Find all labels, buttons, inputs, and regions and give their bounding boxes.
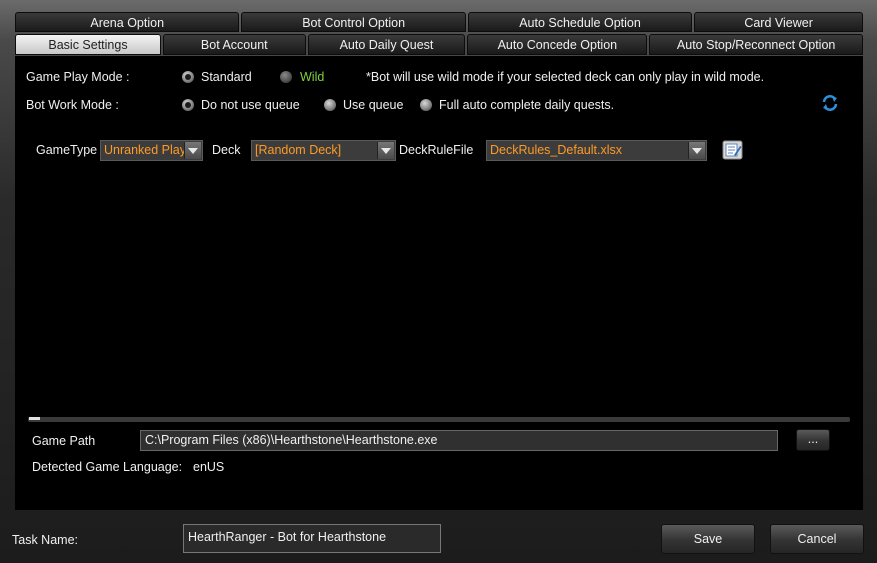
tab-basic-settings[interactable]: Basic Settings — [15, 34, 161, 55]
tab-row-bottom: Basic Settings Bot Account Auto Daily Qu… — [15, 34, 864, 55]
tab-arena-option[interactable]: Arena Option — [15, 12, 240, 32]
language-label: Detected Game Language: — [32, 460, 183, 474]
chevron-down-icon[interactable] — [184, 142, 201, 159]
chevron-down-icon[interactable] — [377, 142, 394, 159]
game-path-input[interactable]: C:\Program Files (x86)\Hearthstone\Heart… — [140, 430, 778, 451]
game-path-label: Game Path — [32, 434, 96, 448]
wild-mode-note: *Bot will use wild mode if your selected… — [366, 70, 765, 84]
tab-row-top: Arena Option Bot Control Option Auto Sch… — [15, 12, 864, 32]
radio-standard-label[interactable]: Standard — [201, 70, 252, 84]
tab-bot-account[interactable]: Bot Account — [162, 34, 306, 55]
horizontal-scrollbar[interactable] — [28, 417, 850, 422]
bot-work-mode-label: Bot Work Mode : — [26, 98, 119, 112]
radio-wild-label[interactable]: Wild — [300, 70, 324, 84]
radio-standard[interactable] — [182, 71, 194, 83]
deckrule-select[interactable]: DeckRules_Default.xlsx — [486, 140, 707, 161]
gametype-label: GameType — [36, 143, 98, 157]
language-value: enUS — [193, 460, 225, 474]
radio-full-auto-daily[interactable] — [420, 99, 432, 111]
tab-auto-stop-reconnect-option[interactable]: Auto Stop/Reconnect Option — [649, 34, 864, 55]
task-name-input[interactable]: HearthRanger - Bot for Hearthstone — [183, 524, 441, 553]
tab-auto-concede-option[interactable]: Auto Concede Option — [467, 34, 648, 55]
radio-wild[interactable] — [280, 71, 292, 83]
deck-select[interactable]: [Random Deck] — [251, 140, 396, 161]
radio-full-auto-daily-label[interactable]: Full auto complete daily quests. — [439, 98, 614, 112]
tab-card-viewer[interactable]: Card Viewer — [694, 12, 864, 32]
scrollbar-thumb[interactable] — [29, 417, 40, 420]
basic-settings-panel: Game Play Mode : Standard Wild *Bot will… — [15, 56, 863, 510]
task-name-label: Task Name: — [12, 533, 78, 547]
deckrule-label: DeckRuleFile — [399, 143, 474, 157]
edit-file-icon[interactable] — [722, 140, 743, 160]
refresh-icon[interactable] — [821, 94, 839, 112]
chevron-down-icon[interactable] — [688, 142, 705, 159]
tab-bot-control-option[interactable]: Bot Control Option — [241, 12, 466, 32]
deckrule-value: DeckRules_Default.xlsx — [490, 143, 622, 157]
deck-value: [Random Deck] — [255, 143, 342, 157]
radio-use-queue-label[interactable]: Use queue — [343, 98, 403, 112]
radio-no-queue-label[interactable]: Do not use queue — [201, 98, 300, 112]
browse-button[interactable]: ... — [796, 429, 830, 451]
radio-use-queue[interactable] — [324, 99, 336, 111]
deck-label: Deck — [212, 143, 241, 157]
save-button[interactable]: Save — [661, 524, 755, 554]
radio-no-queue[interactable] — [182, 99, 194, 111]
tab-auto-daily-quest[interactable]: Auto Daily Quest — [307, 34, 466, 55]
gametype-select[interactable]: Unranked Play — [100, 140, 203, 161]
gametype-value: Unranked Play — [104, 143, 186, 157]
cancel-button[interactable]: Cancel — [770, 524, 864, 554]
game-play-mode-label: Game Play Mode : — [26, 70, 130, 84]
tab-auto-schedule-option[interactable]: Auto Schedule Option — [467, 12, 693, 32]
